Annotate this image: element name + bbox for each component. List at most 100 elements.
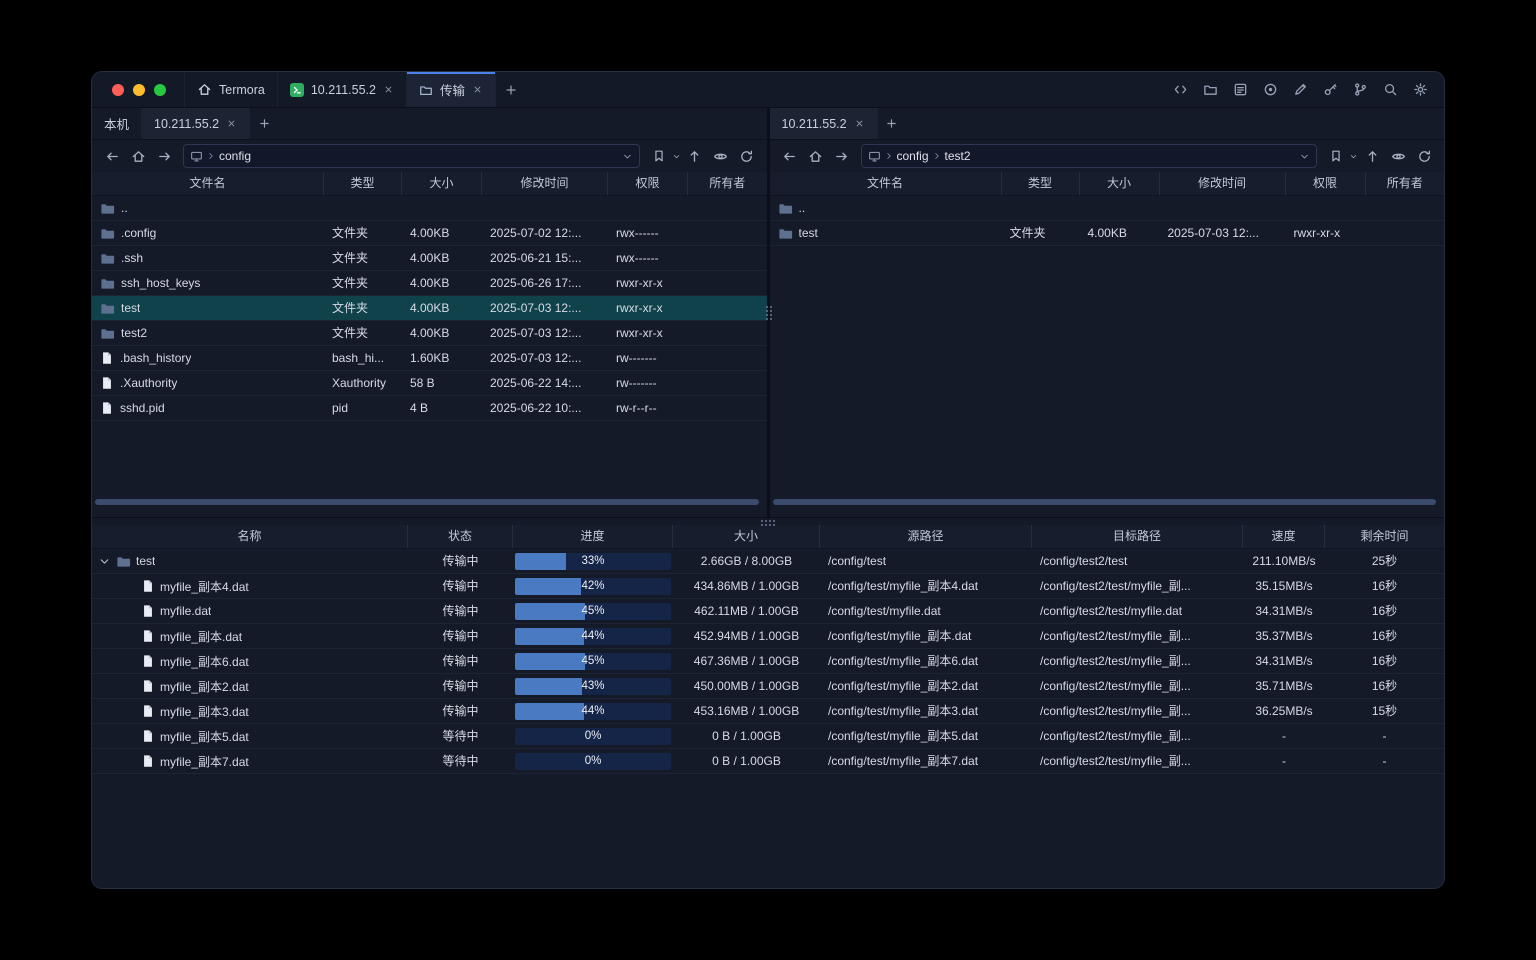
splitter-grip-icon[interactable]	[760, 519, 776, 526]
column-header[interactable]: 所有者	[688, 172, 767, 195]
file-icon	[141, 629, 155, 643]
file-mtime: 2025-07-03 12:...	[482, 346, 608, 370]
table-row[interactable]: test 传输中 33% 2.66GB / 8.00GB /config/tes…	[92, 549, 1444, 574]
new-panel-tab-button[interactable]	[878, 108, 906, 139]
column-header[interactable]: 名称	[92, 525, 408, 548]
back-icon[interactable]	[100, 144, 124, 168]
show-hidden-icon[interactable]	[1386, 144, 1410, 168]
minimize-window-button[interactable]	[133, 84, 145, 96]
chevron-right-icon	[206, 151, 216, 161]
horizontal-scrollbar[interactable]	[95, 499, 759, 505]
terminal-icon	[290, 83, 304, 97]
close-window-button[interactable]	[112, 84, 124, 96]
forward-icon[interactable]	[830, 144, 854, 168]
column-header[interactable]: 状态	[408, 525, 513, 548]
new-tab-button[interactable]	[496, 72, 526, 107]
close-tab-icon[interactable]	[226, 118, 237, 129]
table-row[interactable]: test 文件夹 4.00KB 2025-07-03 12:... rwxr-x…	[92, 296, 767, 321]
column-header[interactable]: 权限	[608, 172, 688, 195]
column-header[interactable]: 修改时间	[1160, 172, 1286, 195]
column-header[interactable]: 文件名	[92, 172, 324, 195]
table-row[interactable]: myfile_副本.dat 传输中 44% 452.94MB / 1.00GB …	[92, 624, 1444, 649]
expand-chevron-icon[interactable]	[98, 555, 111, 568]
key-icon[interactable]	[1323, 82, 1338, 97]
column-header[interactable]: 大小	[1080, 172, 1160, 195]
table-row[interactable]: test2 文件夹 4.00KB 2025-07-03 12:... rwxr-…	[92, 321, 767, 346]
chevron-down-icon[interactable]	[1299, 151, 1310, 162]
window-tab-transfer[interactable]: 传输	[407, 72, 496, 107]
settings-icon[interactable]	[1413, 82, 1428, 97]
column-header[interactable]: 修改时间	[482, 172, 608, 195]
record-icon[interactable]	[1263, 82, 1278, 97]
left-breadcrumb[interactable]: config	[183, 144, 640, 168]
bookmark-dropdown-icon[interactable]	[672, 152, 681, 161]
transfer-speed: 36.25MB/s	[1243, 699, 1325, 723]
app-home-tab[interactable]: Termora	[184, 72, 278, 107]
bookmark-dropdown-icon[interactable]	[1349, 152, 1358, 161]
table-row[interactable]: .config 文件夹 4.00KB 2025-07-02 12:... rwx…	[92, 221, 767, 246]
column-header[interactable]: 速度	[1243, 525, 1325, 548]
upload-icon[interactable]	[1360, 144, 1384, 168]
close-tab-icon[interactable]	[383, 84, 394, 95]
table-row[interactable]: ssh_host_keys 文件夹 4.00KB 2025-06-26 17:.…	[92, 271, 767, 296]
table-row[interactable]: myfile_副本6.dat 传输中 45% 467.36MB / 1.00GB…	[92, 649, 1444, 674]
breadcrumb-item[interactable]: test2	[945, 149, 971, 163]
refresh-icon[interactable]	[735, 144, 759, 168]
show-hidden-icon[interactable]	[709, 144, 733, 168]
table-row[interactable]: myfile.dat 传输中 45% 462.11MB / 1.00GB /co…	[92, 599, 1444, 624]
table-row[interactable]: myfile_副本3.dat 传输中 44% 453.16MB / 1.00GB…	[92, 699, 1444, 724]
edit-icon[interactable]	[1293, 82, 1308, 97]
bookmark-icon[interactable]	[1324, 144, 1348, 168]
transfer-size: 2.66GB / 8.00GB	[673, 549, 820, 573]
column-header[interactable]: 源路径	[820, 525, 1032, 548]
breadcrumb-item[interactable]: config	[219, 149, 251, 163]
column-header[interactable]: 权限	[1286, 172, 1366, 195]
forward-icon[interactable]	[152, 144, 176, 168]
right-breadcrumb[interactable]: config test2	[861, 144, 1318, 168]
table-row[interactable]: sshd.pid pid 4 B 2025-06-22 10:... rw-r-…	[92, 396, 767, 421]
table-row[interactable]: .bash_history bash_hi... 1.60KB 2025-07-…	[92, 346, 767, 371]
branch-icon[interactable]	[1353, 82, 1368, 97]
column-header[interactable]: 大小	[673, 525, 820, 548]
column-header[interactable]: 类型	[324, 172, 402, 195]
column-header[interactable]: 文件名	[770, 172, 1002, 195]
log-icon[interactable]	[1233, 82, 1248, 97]
code-icon[interactable]	[1173, 82, 1188, 97]
horizontal-scrollbar[interactable]	[773, 499, 1437, 505]
breadcrumb-item[interactable]: config	[897, 149, 929, 163]
bookmark-icon[interactable]	[647, 144, 671, 168]
close-tab-icon[interactable]	[472, 84, 483, 95]
back-icon[interactable]	[778, 144, 802, 168]
zoom-window-button[interactable]	[154, 84, 166, 96]
chevron-down-icon[interactable]	[622, 151, 633, 162]
column-header[interactable]: 进度	[513, 525, 673, 548]
tab-remote-host[interactable]: 10.211.55.2	[142, 108, 250, 139]
table-row[interactable]: .Xauthority Xauthority 58 B 2025-06-22 1…	[92, 371, 767, 396]
table-row[interactable]: ..	[92, 196, 767, 221]
search-icon[interactable]	[1383, 82, 1398, 97]
column-header[interactable]: 大小	[402, 172, 482, 195]
column-header[interactable]: 目标路径	[1032, 525, 1243, 548]
table-row[interactable]: myfile_副本4.dat 传输中 42% 434.86MB / 1.00GB…	[92, 574, 1444, 599]
table-row[interactable]: myfile_副本5.dat 等待中 0% 0 B / 1.00GB /conf…	[92, 724, 1444, 749]
tab-remote-host[interactable]: 10.211.55.2	[770, 108, 878, 139]
table-row[interactable]: myfile_副本2.dat 传输中 43% 450.00MB / 1.00GB…	[92, 674, 1444, 699]
refresh-icon[interactable]	[1412, 144, 1436, 168]
window-tab-host[interactable]: 10.211.55.2	[278, 72, 407, 107]
tab-local[interactable]: 本机	[92, 108, 142, 139]
column-header[interactable]: 类型	[1002, 172, 1080, 195]
close-tab-icon[interactable]	[854, 118, 865, 129]
folders-icon[interactable]	[1203, 82, 1218, 97]
table-row[interactable]: ..	[770, 196, 1445, 221]
column-header[interactable]: 所有者	[1366, 172, 1445, 195]
table-row[interactable]: .ssh 文件夹 4.00KB 2025-06-21 15:... rwx---…	[92, 246, 767, 271]
upload-icon[interactable]	[683, 144, 707, 168]
home-icon[interactable]	[804, 144, 828, 168]
table-row[interactable]: myfile_副本7.dat 等待中 0% 0 B / 1.00GB /conf…	[92, 749, 1444, 774]
column-header[interactable]: 剩余时间	[1325, 525, 1444, 548]
transfer-source-path: /config/test/myfile_副本.dat	[820, 624, 1032, 648]
transfer-splitter[interactable]	[92, 517, 1444, 525]
new-panel-tab-button[interactable]	[250, 108, 278, 139]
home-icon[interactable]	[126, 144, 150, 168]
table-row[interactable]: test 文件夹 4.00KB 2025-07-03 12:... rwxr-x…	[770, 221, 1445, 246]
